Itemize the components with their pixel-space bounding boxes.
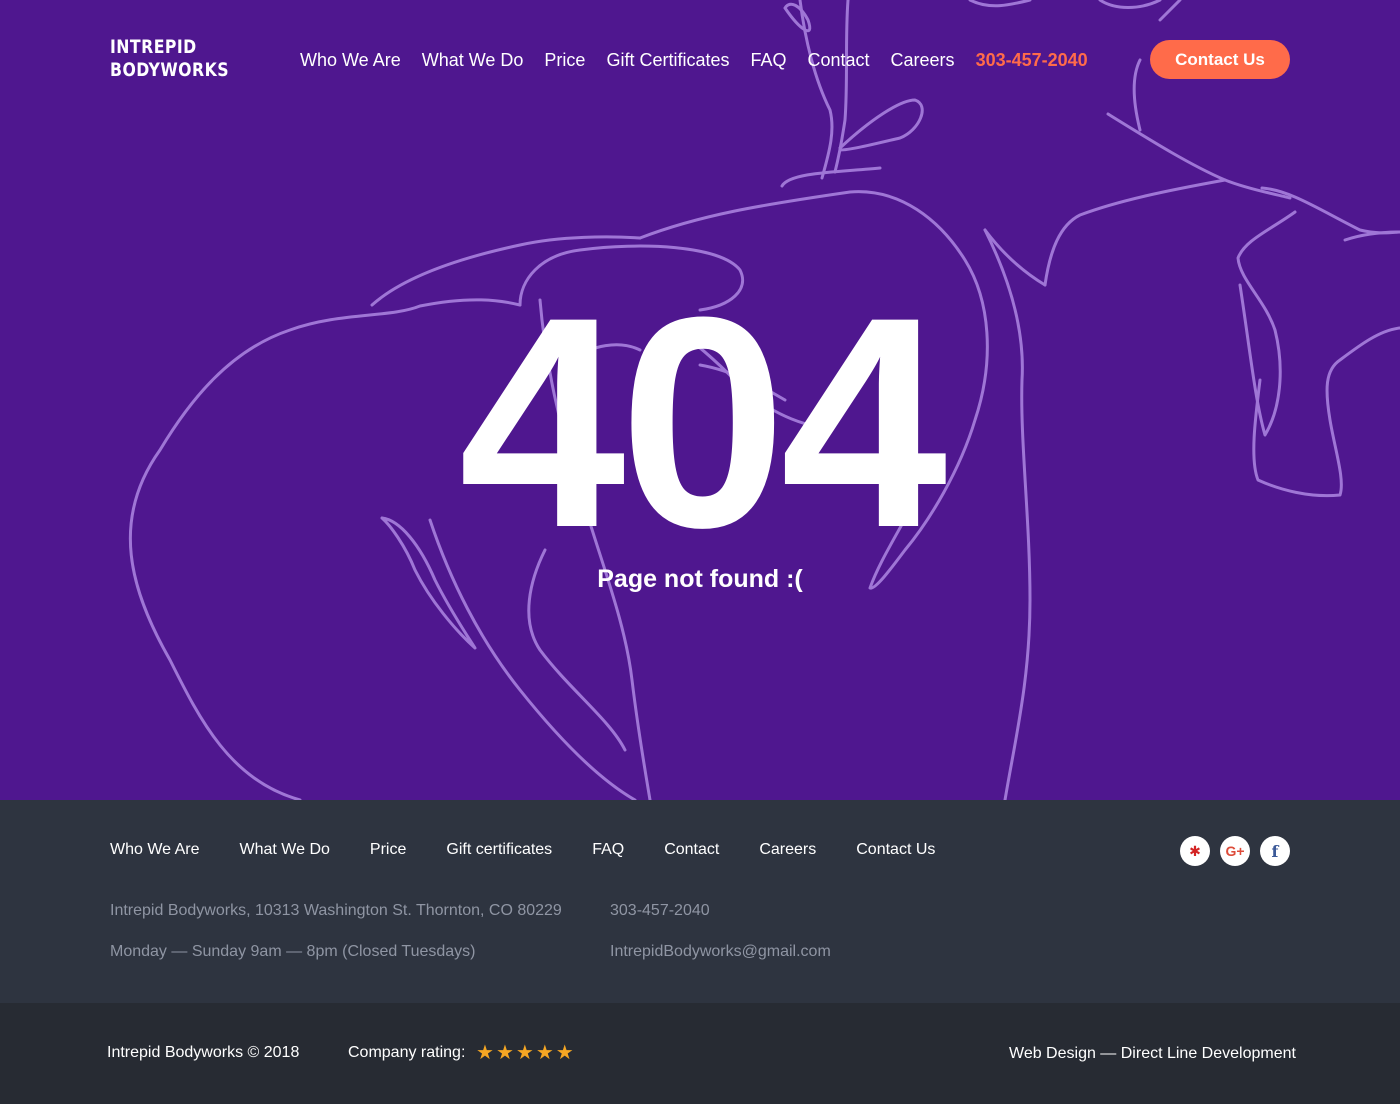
web-design-credit[interactable]: Web Design — Direct Line Development	[1009, 1045, 1296, 1063]
contact-us-button[interactable]: Contact Us	[1150, 40, 1290, 79]
main-nav: Who We Are What We Do Price Gift Certifi…	[300, 49, 1109, 71]
hero-section: Intrepid Bodyworks Who We Are What We Do…	[0, 0, 1400, 800]
star-icon: ★	[495, 1042, 514, 1064]
star-icon: ★	[515, 1042, 534, 1064]
google-plus-icon[interactable]: G+	[1220, 836, 1250, 866]
star-icon: ★	[535, 1042, 554, 1064]
nav-faq[interactable]: FAQ	[750, 50, 786, 71]
footer-nav-what-we-do[interactable]: What We Do	[240, 841, 330, 859]
nav-price[interactable]: Price	[544, 50, 585, 71]
facebook-glyph: f	[1271, 841, 1279, 861]
footer-nav-faq[interactable]: FAQ	[592, 841, 624, 859]
star-icon: ★	[476, 1042, 494, 1064]
facebook-icon[interactable]: f	[1260, 836, 1290, 866]
copyright: Intrepid Bodyworks © 2018	[107, 1044, 300, 1061]
footer-nav: Who We Are What We Do Price Gift certifi…	[110, 841, 975, 859]
logo[interactable]: Intrepid Bodyworks	[110, 36, 234, 82]
rating-label: Company rating:	[348, 1044, 466, 1061]
footer-nav-price[interactable]: Price	[370, 841, 406, 859]
logo-line-1: Intrepid	[110, 36, 197, 58]
yelp-glyph: ✱	[1189, 842, 1201, 859]
yelp-icon[interactable]: ✱	[1180, 836, 1210, 866]
footer-nav-contact[interactable]: Contact	[664, 841, 719, 859]
error-code: 404	[458, 254, 948, 590]
footer-nav-who-we-are[interactable]: Who We Are	[110, 841, 200, 859]
footer-address: Intrepid Bodyworks, 10313 Washington St.…	[110, 902, 562, 919]
footer-nav-gift-certificates[interactable]: Gift certificates	[446, 841, 552, 859]
nav-gift-certificates[interactable]: Gift Certificates	[606, 50, 729, 71]
footer-nav-careers[interactable]: Careers	[759, 841, 816, 859]
google-plus-glyph: G+	[1225, 843, 1245, 859]
nav-careers[interactable]: Careers	[891, 50, 955, 71]
footer-email[interactable]: IntrepidBodyworks@gmail.com	[610, 943, 831, 961]
footer-hours: Monday — Sunday 9am — 8pm (Closed Tuesda…	[110, 943, 476, 960]
nav-contact[interactable]: Contact	[807, 50, 869, 71]
footer-nav-contact-us[interactable]: Contact Us	[856, 841, 935, 859]
star-icon: ★	[555, 1042, 574, 1064]
footer-phone[interactable]: 303-457-2040	[610, 902, 710, 920]
rating-stars: ★ ★ ★ ★ ★	[476, 1042, 576, 1064]
header-phone-link[interactable]: 303-457-2040	[976, 50, 1088, 71]
logo-line-2: Bodyworks	[110, 59, 230, 81]
error-message: Page not found :(	[597, 565, 803, 593]
nav-what-we-do[interactable]: What We Do	[422, 50, 524, 71]
nav-who-we-are[interactable]: Who We Are	[300, 50, 401, 71]
